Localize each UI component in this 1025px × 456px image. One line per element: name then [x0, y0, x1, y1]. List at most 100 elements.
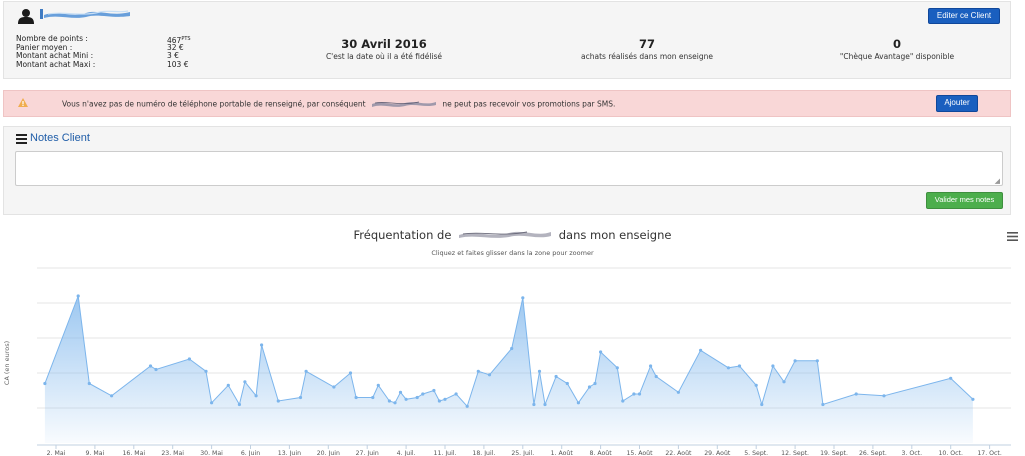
- data-point[interactable]: [398, 390, 403, 394]
- user-icon: [18, 8, 34, 26]
- data-point[interactable]: [87, 381, 91, 386]
- data-point[interactable]: [971, 397, 975, 401]
- data-point[interactable]: [415, 395, 419, 400]
- data-point[interactable]: [593, 381, 597, 386]
- data-point[interactable]: [737, 364, 742, 368]
- data-point[interactable]: [854, 392, 858, 396]
- data-point[interactable]: [354, 395, 358, 400]
- data-point[interactable]: [110, 394, 114, 398]
- data-point[interactable]: [521, 296, 525, 300]
- data-point[interactable]: [421, 392, 425, 396]
- x-tick-label: 18. Juil.: [472, 450, 495, 456]
- data-point[interactable]: [304, 369, 308, 373]
- kpi-value: 0: [892, 37, 901, 51]
- data-point[interactable]: [254, 394, 258, 398]
- data-point[interactable]: [371, 395, 375, 400]
- data-point[interactable]: [949, 376, 953, 380]
- data-point[interactable]: [487, 373, 492, 377]
- stat-value: 103 €: [167, 59, 189, 69]
- data-point[interactable]: [510, 346, 514, 351]
- data-point[interactable]: [554, 374, 558, 379]
- data-point[interactable]: [76, 294, 80, 298]
- data-point[interactable]: [882, 394, 886, 398]
- x-tick-label: 11. Juil.: [434, 450, 457, 456]
- data-point[interactable]: [599, 350, 603, 354]
- data-point[interactable]: [204, 369, 208, 373]
- data-point[interactable]: [615, 366, 619, 370]
- x-tick-label: 13. Juin: [278, 450, 301, 456]
- data-point[interactable]: [532, 402, 536, 407]
- data-point[interactable]: [187, 357, 191, 361]
- data-point[interactable]: [148, 364, 153, 368]
- data-point[interactable]: [237, 402, 241, 407]
- client-name-redacted: [371, 99, 437, 110]
- data-point[interactable]: [443, 397, 447, 401]
- data-point[interactable]: [276, 399, 280, 403]
- data-point[interactable]: [43, 381, 47, 386]
- data-point[interactable]: [332, 385, 336, 389]
- kpi-value: 77: [638, 37, 655, 51]
- data-point[interactable]: [432, 388, 436, 393]
- x-tick-label: 4. Juil.: [397, 450, 416, 456]
- edit-client-button[interactable]: Editer ce Client: [928, 8, 1000, 24]
- data-point[interactable]: [754, 383, 758, 387]
- data-point[interactable]: [243, 380, 247, 384]
- data-point[interactable]: [587, 385, 592, 389]
- data-point[interactable]: [782, 380, 786, 384]
- data-point[interactable]: [537, 369, 542, 373]
- data-point[interactable]: [726, 366, 731, 370]
- data-point[interactable]: [565, 381, 569, 386]
- kpi-purchases: 77 achats réalisés dans mon enseigne: [537, 37, 757, 61]
- data-point[interactable]: [654, 374, 658, 379]
- chart-title-after: dans mon enseigne: [558, 228, 672, 242]
- x-tick-label: 17. Oct.: [977, 450, 1002, 456]
- x-tick-label: 8. Août: [590, 449, 613, 456]
- data-point[interactable]: [260, 343, 264, 347]
- x-tick-label: 9. Mai: [86, 450, 105, 456]
- data-point[interactable]: [632, 392, 636, 396]
- client-name-redacted: [40, 9, 132, 20]
- x-tick-label: 2. Mai: [47, 450, 66, 456]
- x-tick-label: 29. Août: [704, 449, 731, 456]
- series-area: [44, 296, 973, 443]
- data-point[interactable]: [226, 383, 230, 387]
- data-point[interactable]: [815, 359, 819, 363]
- data-point[interactable]: [543, 402, 547, 407]
- data-point[interactable]: [348, 371, 353, 375]
- data-point[interactable]: [454, 392, 458, 396]
- data-point[interactable]: [771, 364, 775, 368]
- sms-warning-alert: Vous n'avez pas de numéro de téléphone p…: [3, 90, 1011, 117]
- kpi-value: 30 Avril 2016: [341, 37, 427, 51]
- data-point[interactable]: [437, 399, 441, 403]
- save-notes-button[interactable]: Valider mes notes: [926, 192, 1003, 209]
- x-tick-label: 10. Oct.: [938, 450, 963, 456]
- data-point[interactable]: [637, 392, 642, 396]
- data-point[interactable]: [404, 397, 408, 401]
- data-point[interactable]: [465, 404, 469, 408]
- data-point[interactable]: [760, 402, 764, 407]
- x-tick-label: 16. Mai: [122, 450, 145, 456]
- data-point[interactable]: [793, 359, 797, 363]
- alert-text-after: ne peut pas recevoir vos promotions par …: [442, 99, 616, 109]
- data-point[interactable]: [649, 364, 653, 368]
- data-point[interactable]: [387, 399, 391, 403]
- add-phone-button[interactable]: Ajouter: [936, 95, 978, 112]
- data-point[interactable]: [621, 399, 625, 403]
- alert-text-before: Vous n'avez pas de numéro de téléphone p…: [62, 99, 366, 109]
- resize-grip-icon[interactable]: ◢: [995, 177, 1000, 185]
- data-point[interactable]: [821, 402, 825, 407]
- data-point[interactable]: [576, 401, 581, 405]
- data-point[interactable]: [376, 383, 380, 387]
- data-point[interactable]: [210, 401, 214, 405]
- client-notes-panel: Notes Client ◢ Valider mes notes: [3, 126, 1011, 215]
- data-point[interactable]: [154, 367, 158, 372]
- data-point[interactable]: [476, 369, 480, 373]
- data-point[interactable]: [676, 390, 681, 394]
- notes-textarea[interactable]: [15, 151, 1003, 186]
- data-point[interactable]: [393, 401, 397, 405]
- data-point[interactable]: [298, 395, 303, 400]
- chart-menu-icon[interactable]: [1007, 232, 1018, 243]
- data-point[interactable]: [699, 348, 703, 352]
- client-stats: Nombre de points : 467PTS Panier moyen :…: [16, 34, 256, 69]
- attendance-area-chart[interactable]: CA (en euros) 2. Mai 9. Mai 16. Mai 23. Mai…: [0, 260, 1025, 456]
